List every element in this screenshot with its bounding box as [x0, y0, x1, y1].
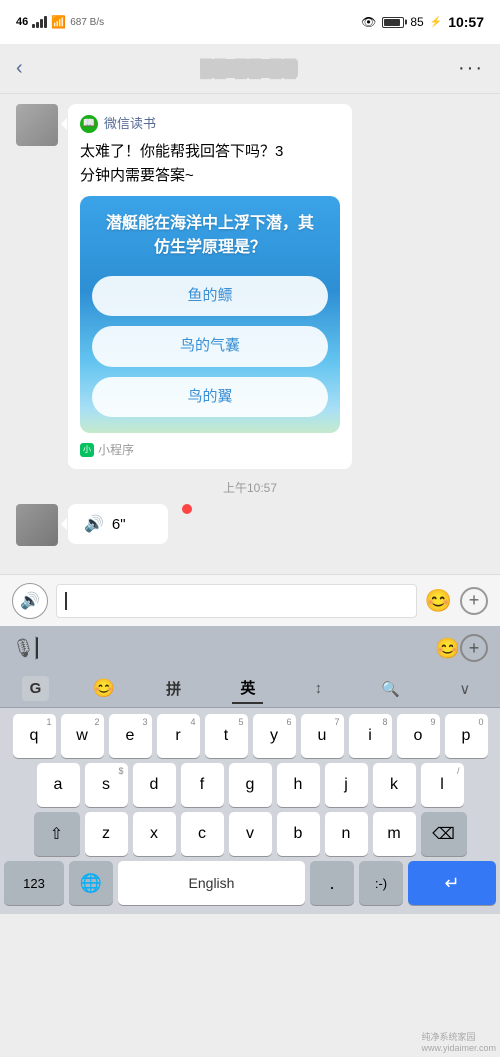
key-t[interactable]: 5t — [205, 714, 248, 758]
watermark: 纯净系统家园www.yidaimer.com — [421, 1030, 496, 1053]
app-name: 微信读书 — [104, 114, 156, 134]
keyboard-method-row: G 😊 拼 英 ↕ 🔍 ∨ — [0, 670, 500, 708]
quiz-option-2[interactable]: 鸟的气囊 — [92, 326, 328, 367]
avatar-2 — [16, 504, 58, 546]
avatar — [16, 104, 58, 146]
emoji-button[interactable]: 😊 — [425, 588, 452, 614]
charge-icon: ⚡ — [430, 17, 442, 28]
key-k[interactable]: k — [373, 763, 416, 807]
voice-switch-button[interactable]: 🔊 — [12, 583, 48, 619]
key-b[interactable]: b — [277, 812, 320, 856]
key-l[interactable]: /l — [421, 763, 464, 807]
emoji-keyboard-icon[interactable]: 😊 — [435, 636, 460, 661]
status-bar: 46 📶 687 B/s 👁 85 ⚡ 10:57 — [0, 0, 500, 44]
key-x[interactable]: x — [133, 812, 176, 856]
message-text: 太难了！你能帮我回答下吗？3 分钟内需要答案~ — [80, 140, 340, 188]
plus-icon: + — [469, 590, 480, 611]
app-logo: 📖 — [80, 115, 98, 133]
key-r[interactable]: 4r — [157, 714, 200, 758]
keyboard-row-1: 1q 2w 3e 4r 5t 6y 7u 8i 9o 0p — [4, 714, 496, 758]
key-h[interactable]: h — [277, 763, 320, 807]
key-o[interactable]: 9o — [397, 714, 440, 758]
voice-duration: 6" — [112, 516, 126, 533]
input-toolbar: 🔊 😊 + — [0, 574, 500, 626]
keyboard-row-4: 123 🌐 English . :-) ↵ — [4, 861, 496, 905]
battery-icon — [382, 17, 404, 28]
space-key[interactable]: English — [118, 861, 305, 905]
chat-header: ‹ ██ ██ ██ ··· — [0, 44, 500, 94]
key-e[interactable]: 3e — [109, 714, 152, 758]
weixin-reading-header: 📖 微信读书 — [80, 114, 340, 134]
key-g[interactable]: g — [229, 763, 272, 807]
miniprogram-tag: 小 小程序 — [80, 441, 340, 459]
wifi-icon: 📶 — [51, 15, 66, 29]
quiz-question: 潜艇能在海洋中上浮下潜，其 仿生学原理是？ — [92, 212, 328, 260]
voice-button-icon: 🔊 — [20, 591, 40, 611]
message-bubble: 📖 微信读书 太难了！你能帮我回答下吗？3 分钟内需要答案~ 潜艇能在海洋中上浮… — [68, 104, 352, 469]
time-display: 10:57 — [448, 14, 484, 30]
unread-dot — [182, 504, 192, 514]
voice-bubble[interactable]: 🔊 6" — [68, 504, 168, 544]
pinyin-key[interactable]: 拼 — [158, 674, 189, 703]
switch-icon[interactable]: ↕ — [307, 676, 331, 701]
keyboard: 1q 2w 3e 4r 5t 6y 7u 8i 9o 0p a $s d f g… — [0, 708, 500, 914]
back-button[interactable]: ‹ — [16, 57, 40, 80]
chat-title: ██ ██ ██ — [40, 59, 458, 79]
punctuation-key[interactable]: :-) — [359, 861, 403, 905]
quiz-option-3[interactable]: 鸟的翼 — [92, 377, 328, 418]
status-left: 46 📶 687 B/s — [16, 15, 104, 29]
voice-play-icon: 🔊 — [84, 514, 104, 534]
key-c[interactable]: c — [181, 812, 224, 856]
key-z[interactable]: z — [85, 812, 128, 856]
quiz-card[interactable]: 潜艇能在海洋中上浮下潜，其 仿生学原理是？ 鱼的鳔 鸟的气囊 鸟的翼 — [80, 196, 340, 434]
voice-message-row: 🔊 6" — [16, 504, 484, 546]
key-s[interactable]: $s — [85, 763, 128, 807]
key-a[interactable]: a — [37, 763, 80, 807]
key-m[interactable]: m — [373, 812, 416, 856]
globe-key[interactable]: 🌐 — [69, 861, 113, 905]
quiz-option-1[interactable]: 鱼的鳔 — [92, 276, 328, 317]
text-input[interactable] — [56, 584, 417, 618]
key-j[interactable]: j — [325, 763, 368, 807]
battery-level: 85 — [410, 15, 423, 29]
eye-icon: 👁 — [361, 15, 376, 29]
return-key[interactable]: ↵ — [408, 861, 496, 905]
emoji-method-key[interactable]: 😊 — [93, 678, 115, 699]
google-key[interactable]: G — [22, 676, 50, 701]
key-w[interactable]: 2w — [61, 714, 104, 758]
status-right: 👁 85 ⚡ 10:57 — [361, 14, 484, 30]
numbers-key[interactable]: 123 — [4, 861, 64, 905]
speed-indicator: 687 B/s — [70, 17, 104, 28]
message-row: 📖 微信读书 太难了！你能帮我回答下吗？3 分钟内需要答案~ 潜艇能在海洋中上浮… — [16, 104, 484, 469]
miniprogram-icon: 小 — [80, 443, 94, 457]
signal-icon — [32, 16, 47, 28]
key-u[interactable]: 7u — [301, 714, 344, 758]
add-button[interactable]: + — [460, 587, 488, 615]
key-y[interactable]: 6y — [253, 714, 296, 758]
network-type: 46 — [16, 16, 28, 28]
key-q[interactable]: 1q — [13, 714, 56, 758]
english-method-key[interactable]: 英 — [232, 673, 263, 704]
key-n[interactable]: n — [325, 812, 368, 856]
period-key[interactable]: . — [310, 861, 354, 905]
shift-key[interactable]: ⇧ — [34, 812, 80, 856]
keyboard-row-3: ⇧ z x c v b n m ⌫ — [4, 812, 496, 856]
voice-input-icon[interactable]: 🎙 — [12, 638, 35, 659]
search-keyboard-icon[interactable]: 🔍 — [373, 676, 408, 702]
timestamp: 上午10:57 — [16, 479, 484, 496]
key-d[interactable]: d — [133, 763, 176, 807]
key-f[interactable]: f — [181, 763, 224, 807]
collapse-keyboard-icon[interactable]: ∨ — [451, 676, 478, 702]
more-button[interactable]: ··· — [458, 57, 484, 80]
miniprogram-label: 小程序 — [98, 441, 134, 459]
key-p[interactable]: 0p — [445, 714, 488, 758]
chat-area: 📖 微信读书 太难了！你能帮我回答下吗？3 分钟内需要答案~ 潜艇能在海洋中上浮… — [0, 94, 500, 574]
keyboard-suggestion-row: 🎙 😊 + — [0, 626, 500, 670]
key-i[interactable]: 8i — [349, 714, 392, 758]
delete-key[interactable]: ⌫ — [421, 812, 467, 856]
key-v[interactable]: v — [229, 812, 272, 856]
keyboard-add-button[interactable]: + — [460, 634, 488, 662]
keyboard-row-2: a $s d f g h j k /l — [4, 763, 496, 807]
